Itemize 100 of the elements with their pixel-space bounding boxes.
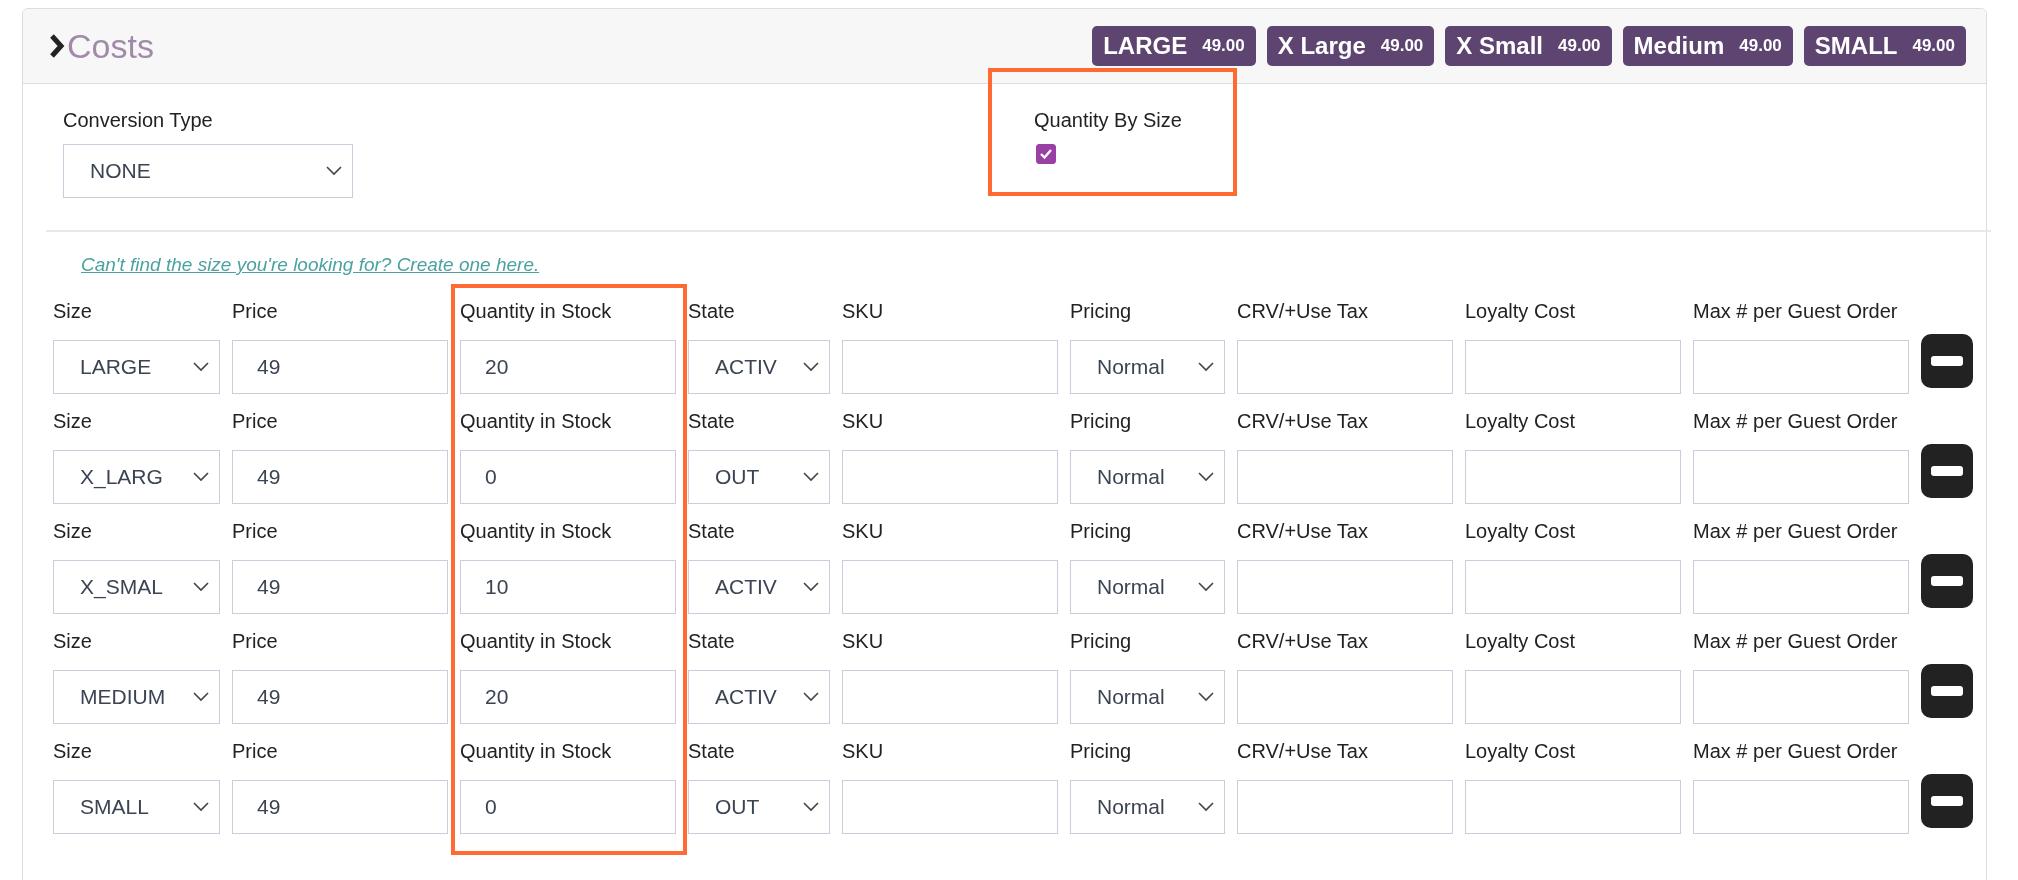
chevron-down-icon <box>326 166 342 176</box>
remove-button[interactable] <box>1921 334 1973 388</box>
select-field[interactable]: LARGE <box>53 340 220 394</box>
input-field[interactable]: 49 <box>232 340 448 394</box>
chevron-down-icon <box>193 362 209 372</box>
input-field[interactable] <box>842 560 1058 614</box>
input-field[interactable]: 20 <box>460 670 676 724</box>
input-field[interactable] <box>842 450 1058 504</box>
select-field[interactable]: Normal <box>1070 560 1225 614</box>
select-field[interactable]: Normal <box>1070 670 1225 724</box>
chevron-down-icon <box>193 472 209 482</box>
chevron-right-icon[interactable] <box>49 33 65 59</box>
input-field[interactable]: 49 <box>232 780 448 834</box>
chevron-down-icon <box>1198 802 1214 812</box>
input-field[interactable] <box>1465 560 1681 614</box>
chevron-down-icon <box>803 472 819 482</box>
field-label: Loyalty Cost <box>1465 629 1577 653</box>
input-field[interactable] <box>842 780 1058 834</box>
select-field[interactable]: MEDIUM <box>53 670 220 724</box>
input-field[interactable] <box>1237 780 1453 834</box>
input-field[interactable] <box>1465 670 1681 724</box>
field-label: Pricing <box>1070 409 1133 433</box>
field-label: Size <box>53 519 93 543</box>
remove-button[interactable] <box>1921 664 1973 718</box>
minus-icon <box>1930 355 1964 367</box>
field-label: Max # per Guest Order <box>1693 409 1899 433</box>
select-field[interactable]: SMALL <box>53 780 220 834</box>
field-label: Price <box>232 299 279 323</box>
conversion-type-select[interactable]: NONE <box>63 144 353 198</box>
input-field[interactable]: 49 <box>232 450 448 504</box>
input-field[interactable]: 0 <box>460 450 676 504</box>
field-label: SKU <box>842 409 885 433</box>
field-label: CRV/+Use Tax <box>1237 409 1369 433</box>
field-label: Max # per Guest Order <box>1693 519 1899 543</box>
input-field[interactable]: 20 <box>460 340 676 394</box>
input-field[interactable] <box>1237 670 1453 724</box>
remove-button[interactable] <box>1921 774 1973 828</box>
input-field[interactable] <box>1693 450 1909 504</box>
input-field[interactable]: 10 <box>460 560 676 614</box>
input-field[interactable] <box>1237 450 1453 504</box>
chevron-down-icon <box>193 692 209 702</box>
size-price-badge: Medium 49.00 <box>1622 26 1793 66</box>
input-field[interactable] <box>842 670 1058 724</box>
field-label: Conversion Type <box>63 108 214 132</box>
field-label: Quantity in Stock <box>460 739 613 763</box>
input-field[interactable] <box>842 340 1058 394</box>
minus-icon <box>1930 465 1964 477</box>
input-field[interactable] <box>1237 340 1453 394</box>
chevron-down-icon <box>193 802 209 812</box>
field-label: State <box>688 409 736 433</box>
remove-button[interactable] <box>1921 554 1973 608</box>
input-field[interactable] <box>1465 450 1681 504</box>
field-label: State <box>688 299 736 323</box>
select-field[interactable]: ACTIV <box>688 340 830 394</box>
input-field[interactable] <box>1693 560 1909 614</box>
select-field[interactable]: ACTIV <box>688 560 830 614</box>
chevron-down-icon <box>1198 472 1214 482</box>
select-field[interactable]: Normal <box>1070 450 1225 504</box>
field-label: State <box>688 629 736 653</box>
field-label: Size <box>53 629 93 653</box>
input-field[interactable]: 0 <box>460 780 676 834</box>
select-field[interactable]: Normal <box>1070 340 1225 394</box>
field-label: Quantity By Size <box>1034 108 1182 132</box>
field-label: CRV/+Use Tax <box>1237 629 1369 653</box>
field-label: Max # per Guest Order <box>1693 629 1899 653</box>
input-field[interactable] <box>1693 670 1909 724</box>
field-label: Loyalty Cost <box>1465 409 1577 433</box>
field-label: Price <box>232 409 279 433</box>
select-field[interactable]: Normal <box>1070 780 1225 834</box>
input-field[interactable]: 49 <box>232 560 448 614</box>
section-title: Costs <box>67 26 154 66</box>
minus-icon <box>1930 685 1964 697</box>
field-label: Price <box>232 519 279 543</box>
field-label: Quantity in Stock <box>460 519 613 543</box>
quantity-by-size-checkbox[interactable] <box>1036 144 1056 164</box>
field-label: Loyalty Cost <box>1465 739 1577 763</box>
field-label: Price <box>232 629 279 653</box>
minus-icon <box>1930 795 1964 807</box>
select-field[interactable]: OUT <box>688 450 830 504</box>
field-label: Pricing <box>1070 739 1133 763</box>
field-label: SKU <box>842 739 885 763</box>
field-label: SKU <box>842 629 885 653</box>
input-field[interactable] <box>1465 780 1681 834</box>
chevron-down-icon <box>193 582 209 592</box>
field-label: CRV/+Use Tax <box>1237 299 1369 323</box>
input-field[interactable] <box>1465 340 1681 394</box>
remove-button[interactable] <box>1921 444 1973 498</box>
select-field[interactable]: X_LARG <box>53 450 220 504</box>
select-field[interactable]: OUT <box>688 780 830 834</box>
input-field[interactable] <box>1237 560 1453 614</box>
input-field[interactable] <box>1693 780 1909 834</box>
chevron-down-icon <box>1198 582 1214 592</box>
select-field[interactable]: X_SMAL <box>53 560 220 614</box>
size-price-badge: SMALL 49.00 <box>1803 26 1966 66</box>
field-label: Pricing <box>1070 299 1133 323</box>
select-field[interactable]: ACTIV <box>688 670 830 724</box>
input-field[interactable]: 49 <box>232 670 448 724</box>
input-field[interactable] <box>1693 340 1909 394</box>
field-label: Max # per Guest Order <box>1693 299 1899 323</box>
size-price-badge: LARGE 49.00 <box>1092 26 1256 66</box>
